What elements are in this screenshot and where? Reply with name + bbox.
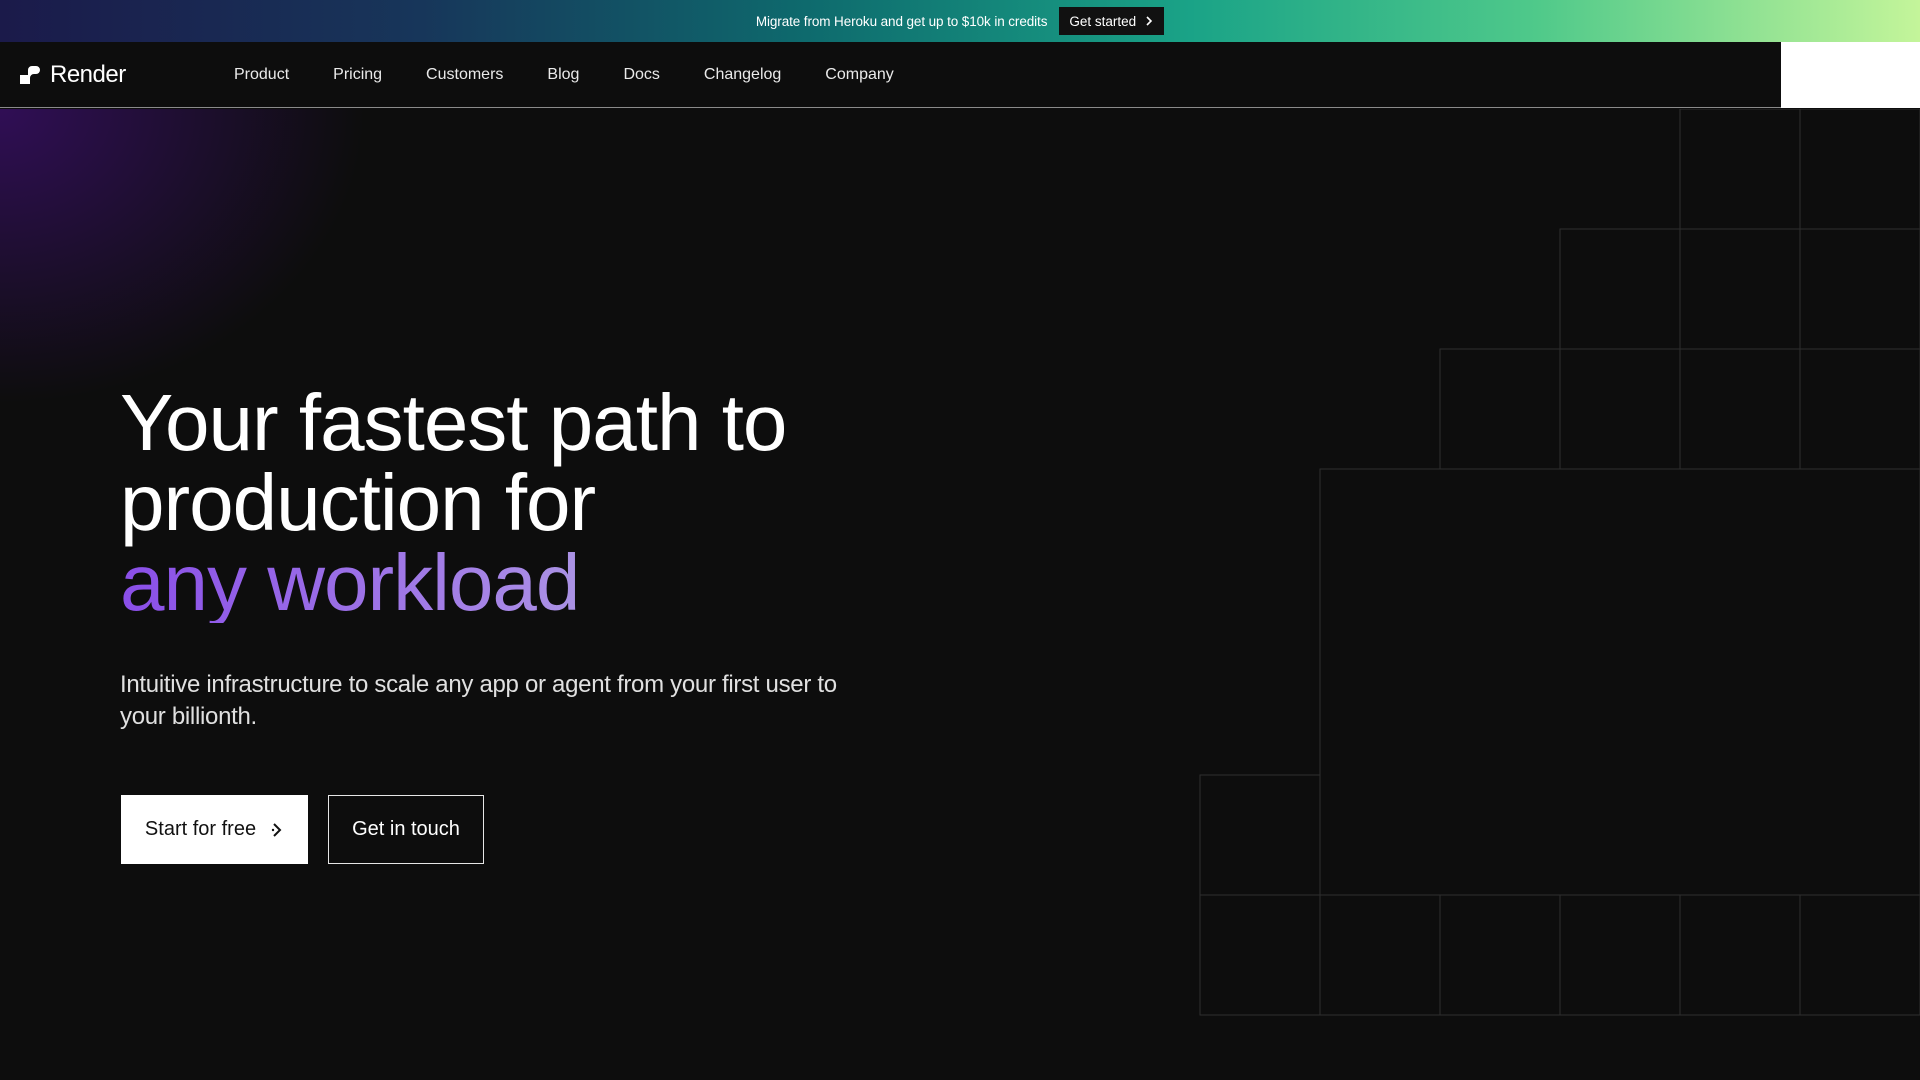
- banner-get-started-button[interactable]: Get started: [1059, 7, 1165, 35]
- banner-get-started-label: Get started: [1069, 13, 1137, 29]
- hero-subhead: Intuitive infrastructure to scale any ap…: [120, 671, 837, 730]
- nav-link-product[interactable]: Product: [212, 66, 311, 84]
- render-logo-icon: [20, 65, 40, 84]
- start-for-free-button[interactable]: Start for free: [121, 795, 308, 864]
- headline-accent: any workload: [120, 543, 1020, 623]
- nav-link-blog[interactable]: Blog: [525, 66, 601, 84]
- headline-line-1: Your fastest path to: [120, 378, 787, 467]
- chevron-right-icon: [271, 822, 282, 837]
- banner-text: Migrate from Heroku and get up to $10k i…: [755, 13, 1048, 29]
- start-for-free-label: Start for free: [144, 818, 257, 840]
- nav-link-customers[interactable]: Customers: [404, 66, 525, 84]
- headline-line-2: production for: [120, 458, 596, 547]
- get-in-touch-label: Get in touch: [352, 818, 460, 840]
- nav-link-pricing[interactable]: Pricing: [311, 66, 404, 84]
- get-in-touch-button[interactable]: Get in touch: [328, 795, 484, 864]
- nav-link-company[interactable]: Company: [803, 66, 915, 84]
- chevron-right-icon: [1146, 16, 1153, 26]
- logo-text: Render: [50, 60, 126, 88]
- nav-link-docs[interactable]: Docs: [601, 66, 681, 84]
- top-nav: Render Product Pricing Customers Blog Do…: [0, 42, 1781, 108]
- render-logo[interactable]: Render: [20, 61, 212, 89]
- hero-headline: Your fastest path to production for any …: [120, 383, 1020, 623]
- hero-section: Your fastest path to production for any …: [0, 109, 1920, 1080]
- nav-right-panel: [1781, 42, 1920, 108]
- nav-link-changelog[interactable]: Changelog: [682, 66, 803, 84]
- nav-links: Product Pricing Customers Blog Docs Chan…: [212, 66, 916, 84]
- announcement-banner: Migrate from Heroku and get up to $10k i…: [0, 0, 1920, 42]
